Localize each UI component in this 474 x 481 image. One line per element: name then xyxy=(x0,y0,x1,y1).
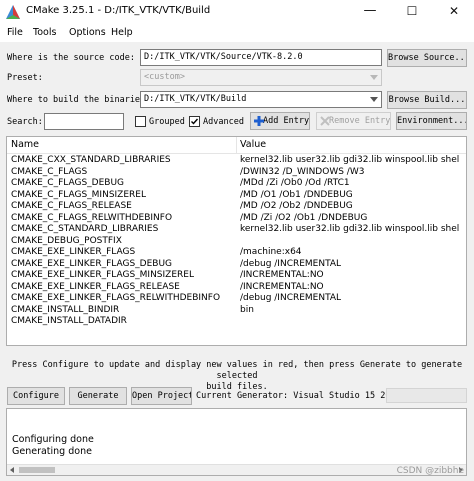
cell-name: CMAKE_EXE_LINKER_FLAGS xyxy=(11,247,136,257)
table-row[interactable]: CMAKE_EXE_LINKER_FLAGS/machine:x64 xyxy=(7,247,466,259)
build-path-combobox[interactable]: D:/ITK_VTK/VTK/Build xyxy=(140,91,382,108)
hint-line-1: Press Configure to update and display ne… xyxy=(11,360,463,381)
menu-options[interactable]: Options xyxy=(69,27,106,38)
add-entry-label: Add Entry xyxy=(263,116,310,126)
maximize-button[interactable]: ☐ xyxy=(392,0,432,24)
menu-help[interactable]: Help xyxy=(111,27,133,38)
cell-value[interactable]: /machine:x64 xyxy=(240,247,302,259)
cell-name: CMAKE_INSTALL_BINDIR xyxy=(11,304,120,315)
table-row[interactable]: CMAKE_C_FLAGS_RELEASE/MD /O2 /Ob2 /DNDEB… xyxy=(7,201,466,213)
table-row[interactable]: CMAKE_C_FLAGS_DEBUG/MDd /Zi /Ob0 /Od /RT… xyxy=(7,178,466,190)
column-divider[interactable] xyxy=(236,137,237,154)
chevron-down-icon xyxy=(370,97,378,102)
remove-entry-button[interactable]: Remove Entry xyxy=(316,112,391,130)
browse-build-button[interactable]: Browse Build... xyxy=(387,91,467,109)
table-header: Name Value xyxy=(7,137,466,154)
table-row[interactable]: CMAKE_DEBUG_POSTFIX xyxy=(7,236,466,248)
cell-value[interactable]: /DWIN32 /D_WINDOWS /W3 xyxy=(240,167,364,179)
build-label: Where to build the binaries: xyxy=(7,95,151,105)
cell-value[interactable]: kernel32.lib user32.lib gdi32.lib winspo… xyxy=(240,224,459,236)
output-line: Configuring done xyxy=(12,434,94,445)
checkmark-icon xyxy=(191,118,199,125)
cmake-app-icon xyxy=(6,5,20,19)
cell-name: CMAKE_EXE_LINKER_FLAGS_MINSIZEREL xyxy=(11,270,194,280)
preset-label: Preset: xyxy=(7,73,43,83)
environment-button[interactable]: Environment... xyxy=(396,112,467,130)
table-row[interactable]: CMAKE_C_STANDARD_LIBRARIES kernel32.lib u… xyxy=(7,224,466,236)
grouped-checkbox[interactable] xyxy=(135,116,146,127)
scrollbar-thumb[interactable] xyxy=(19,467,55,473)
cell-value[interactable]: bin xyxy=(240,305,254,317)
close-button[interactable]: ✕ xyxy=(434,0,474,24)
title-bar: CMake 3.25.1 - D:/ITK_VTK/VTK/Build — ☐ … xyxy=(0,0,474,24)
source-label: Where is the source code: xyxy=(7,53,135,63)
table-row[interactable]: CMAKE_C_FLAGS_RELWITHDEBINFO/MD /Zi /O2 … xyxy=(7,213,466,225)
cell-value[interactable]: /debug /INCREMENTAL xyxy=(240,259,341,271)
cell-name: CMAKE_DEBUG_POSTFIX xyxy=(11,235,122,246)
menu-file[interactable]: File xyxy=(7,27,23,38)
advanced-checkbox[interactable] xyxy=(189,116,200,127)
cell-name: CMAKE_CXX_STANDARD_LIBRARIES xyxy=(11,155,171,165)
table-row[interactable]: CMAKE_EXE_LINKER_FLAGS_MINSIZEREL/INCREM… xyxy=(7,270,466,282)
cell-value[interactable]: /INCREMENTAL:NO xyxy=(240,282,324,294)
remove-icon xyxy=(320,116,330,126)
table-row[interactable]: CMAKE_C_FLAGS_MINSIZEREL/MD /O1 /Ob1 /DN… xyxy=(7,190,466,202)
cell-value[interactable]: /debug /INCREMENTAL xyxy=(240,293,341,305)
cell-name: CMAKE_C_FLAGS_RELWITHDEBINFO xyxy=(11,212,173,223)
cell-name: CMAKE_INSTALL_DATADIR xyxy=(11,316,127,326)
cell-value[interactable]: /MDd /Zi /Ob0 /Od /RTC1 xyxy=(240,178,350,190)
table-row[interactable]: CMAKE_EXE_LINKER_FLAGS_RELWITHDEBINFO/de… xyxy=(7,293,466,305)
menu-bar: File Tools Options Help xyxy=(0,24,474,42)
build-path-value: D:/ITK_VTK/VTK/Build xyxy=(144,94,247,104)
cell-value[interactable]: kernel32.lib user32.lib gdi32.lib winspo… xyxy=(240,155,459,167)
column-header-name[interactable]: Name xyxy=(11,139,39,150)
advanced-label: Advanced xyxy=(203,117,244,127)
cell-name: CMAKE_EXE_LINKER_FLAGS_RELWITHDEBINFO xyxy=(11,293,221,303)
table-row[interactable]: CMAKE_CXX_STANDARD_LIBRARIES kernel32.lib… xyxy=(7,155,466,167)
table-row[interactable]: CMAKE_EXE_LINKER_FLAGS_RELEASE/INCREMENT… xyxy=(7,282,466,294)
cell-name: CMAKE_C_FLAGS_MINSIZEREL xyxy=(11,189,146,200)
menu-tools[interactable]: Tools xyxy=(33,27,56,38)
source-path-input[interactable]: D:/ITK_VTK/VTK/Source/VTK-8.2.0 xyxy=(140,49,382,66)
cell-name: CMAKE_EXE_LINKER_FLAGS_DEBUG xyxy=(11,258,173,269)
output-line: Generating done xyxy=(12,446,92,457)
watermark-text: CSDN @zibbhe xyxy=(396,466,464,476)
scroll-left-icon[interactable] xyxy=(10,467,14,473)
add-entry-button[interactable]: Add Entry xyxy=(250,112,310,130)
cell-name: CMAKE_EXE_LINKER_FLAGS_RELEASE xyxy=(11,281,180,292)
cell-name: CMAKE_C_STANDARD_LIBRARIES xyxy=(11,224,159,234)
column-header-value[interactable]: Value xyxy=(240,139,266,150)
generate-button[interactable]: Generate xyxy=(69,387,127,405)
cell-value[interactable]: /MD /Zi /O2 /Ob1 /DNDEBUG xyxy=(240,213,367,225)
preset-combobox[interactable]: <custom> xyxy=(140,69,382,86)
progress-bar xyxy=(386,388,467,403)
cell-name: CMAKE_C_FLAGS xyxy=(11,166,88,177)
remove-entry-label: Remove Entry xyxy=(329,116,391,126)
grouped-label: Grouped xyxy=(149,117,185,127)
table-row[interactable]: CMAKE_EXE_LINKER_FLAGS_DEBUG/debug /INCR… xyxy=(7,259,466,271)
window-title: CMake 3.25.1 - D:/ITK_VTK/VTK/Build xyxy=(26,5,211,16)
table-row[interactable]: CMAKE_INSTALL_BINDIR bin xyxy=(7,305,466,317)
search-input[interactable] xyxy=(44,113,124,130)
cell-value[interactable]: /MD /O1 /Ob1 /DNDEBUG xyxy=(240,190,353,202)
preset-value: <custom> xyxy=(144,72,185,82)
browse-source-button[interactable]: Browse Source... xyxy=(387,49,467,67)
cell-value[interactable]: /INCREMENTAL:NO xyxy=(240,270,324,282)
open-project-button[interactable]: Open Project xyxy=(131,387,192,405)
plus-icon xyxy=(254,116,264,126)
search-label: Search: xyxy=(7,117,43,127)
cell-name: CMAKE_C_FLAGS_RELEASE xyxy=(11,201,132,211)
minimize-button[interactable]: — xyxy=(350,0,390,24)
cache-table[interactable]: Name Value CMAKE_CXX_STANDARD_LIBRARIESk… xyxy=(6,136,467,346)
configure-button[interactable]: Configure xyxy=(7,387,65,405)
table-row[interactable]: CMAKE_C_FLAGS/DWIN32 /D_WINDOWS /W3 xyxy=(7,167,466,179)
cell-value[interactable]: /MD /O2 /Ob2 /DNDEBUG xyxy=(240,201,353,213)
chevron-down-icon xyxy=(370,75,378,80)
current-generator-text: Current Generator: Visual Studio 15 2017 xyxy=(196,391,401,401)
cell-name: CMAKE_C_FLAGS_DEBUG xyxy=(11,178,125,188)
table-row[interactable]: CMAKE_INSTALL_DATADIR xyxy=(7,316,466,328)
